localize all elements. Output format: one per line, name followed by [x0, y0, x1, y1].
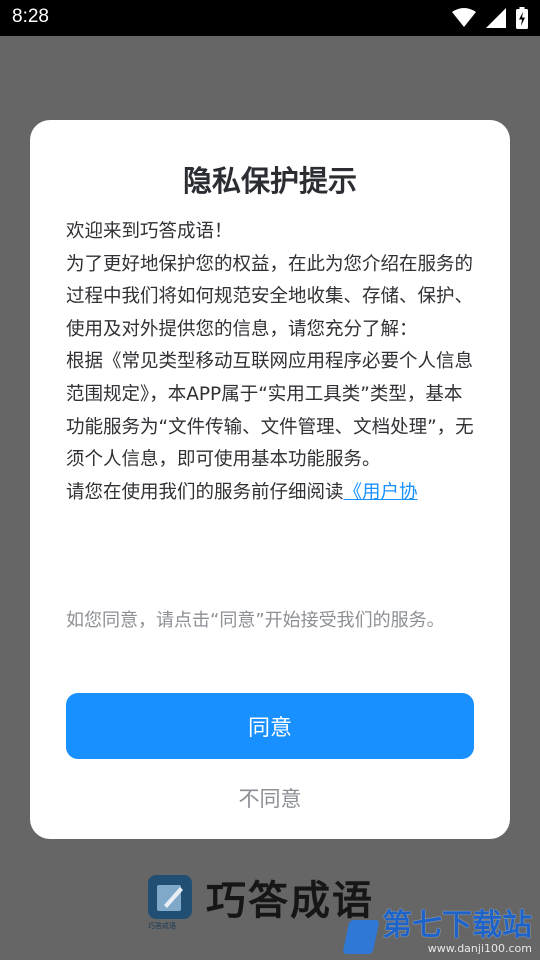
rights-paragraph: 为了更好地保护您的权益，在此为您介绍在服务的过程中我们将如何规范安全地收集、存储… — [66, 253, 474, 340]
app-logo-icon: 巧答成语 — [148, 875, 192, 930]
read-agreement-paragraph: 请您在使用我们的服务前仔细阅读《用户协 — [66, 477, 476, 510]
status-icons — [452, 7, 528, 29]
status-time: 8:28 — [12, 6, 49, 27]
watermark-title: 第七下载站 — [382, 908, 532, 943]
battery-charging-icon — [516, 7, 528, 29]
wifi-icon — [452, 8, 476, 28]
watermark-text: 第七下载站 www.danji100.com — [382, 908, 532, 955]
disagree-button[interactable]: 不同意 — [66, 776, 474, 820]
status-bar: 8:28 — [0, 0, 540, 36]
watermark-logo-icon — [342, 920, 380, 954]
agree-button[interactable]: 同意 — [66, 693, 474, 759]
watermark-url: www.danji100.com — [427, 942, 532, 955]
cellular-signal-icon — [486, 8, 506, 28]
dialog-title: 隐私保护提示 — [182, 164, 357, 198]
read-agreement-prefix: 请您在使用我们的服务前仔细阅读 — [66, 481, 344, 503]
user-agreement-link[interactable]: 《用户协 — [344, 482, 418, 503]
regulation-paragraph: 根据《常见类型移动互联网应用程序必要个人信息范围规定》，本APP属于“实用工具类… — [66, 351, 474, 471]
welcome-paragraph: 欢迎来到巧答成语！ — [66, 221, 233, 242]
consent-note: 如您同意，请点击“同意”开始接受我们的服务。 — [66, 610, 445, 631]
app-logo-subtext: 巧答成语 — [148, 922, 176, 930]
dialog-body: 欢迎来到巧答成语！ 为了更好地保护您的权益，在此为您介绍在服务的过程中我们将如何… — [66, 216, 476, 509]
app-branding: 巧答成语 巧答成语 — [148, 868, 374, 930]
privacy-dialog: 隐私保护提示 欢迎来到巧答成语！ 为了更好地保护您的权益，在此为您介绍在服务的过… — [30, 120, 510, 839]
watermark: 第七下载站 www.danji100.com — [342, 908, 532, 955]
